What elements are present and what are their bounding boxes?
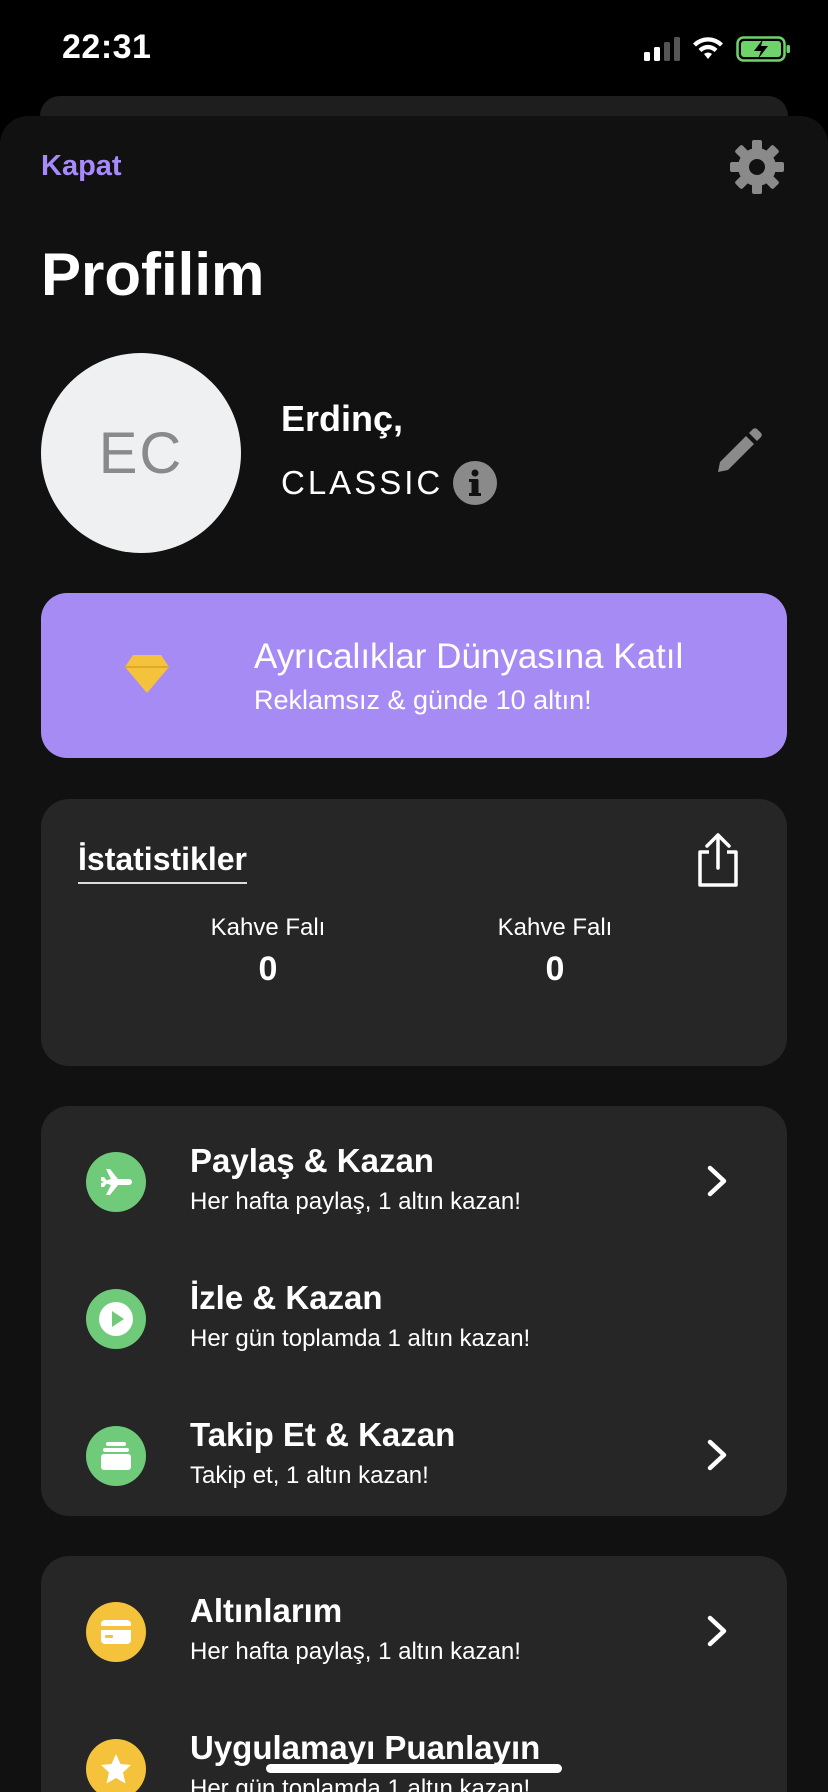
stat-value: 0 [258, 950, 278, 988]
pencil-icon[interactable] [714, 428, 762, 476]
share-icon[interactable] [694, 832, 742, 888]
diamond-icon [125, 655, 169, 693]
tier-label: CLASSIC [281, 464, 444, 501]
page-title: Profilim [41, 241, 265, 308]
list-item-title: Uygulamayı Puanlayın [190, 1729, 541, 1766]
battery-charging-icon [736, 36, 790, 62]
status-bar: 22:31 [0, 0, 828, 100]
info-icon[interactable] [453, 461, 498, 505]
cellular-signal-icon [644, 37, 680, 61]
premium-banner[interactable]: Ayrıcalıklar Dünyasına Katıl Reklamsız &… [41, 593, 787, 758]
avatar-initials: EC [98, 420, 184, 486]
close-button[interactable]: Kapat [41, 150, 122, 183]
list-item-subtitle: Her hafta paylaş, 1 altın kazan! [190, 1638, 521, 1665]
list-item-share-earn[interactable]: Paylaş & Kazan Her hafta paylaş, 1 altın… [41, 1142, 787, 1262]
premium-title: Ayrıcalıklar Dünyasına Katıl [254, 637, 684, 676]
list-item-subtitle: Her gün toplamda 1 altın kazan! [190, 1775, 531, 1792]
statistics-card: İstatistikler Kahve Falı 0 Kahve Falı 0 [41, 799, 787, 1066]
star-icon [86, 1739, 146, 1792]
list-item-title: Paylaş & Kazan [190, 1142, 434, 1179]
list-item-title: Takip Et & Kazan [190, 1416, 456, 1453]
list-item-title: Altınlarım [190, 1592, 343, 1629]
stack-icon [86, 1426, 146, 1486]
wifi-icon [693, 37, 723, 59]
chevron-right-icon [707, 1615, 727, 1647]
avatar[interactable]: EC [41, 353, 241, 553]
account-list: Altınlarım Her hafta paylaş, 1 altın kaz… [41, 1556, 787, 1792]
list-item-subtitle: Her gün toplamda 1 altın kazan! [190, 1325, 531, 1352]
stat-label: Kahve Falı [497, 914, 613, 941]
user-name: Erdinç, [281, 398, 404, 439]
gear-icon[interactable] [730, 140, 784, 194]
list-item-my-coins[interactable]: Altınlarım Her hafta paylaş, 1 altın kaz… [41, 1592, 787, 1712]
home-indicator[interactable] [266, 1764, 562, 1773]
status-icons [644, 36, 792, 62]
stat-item: Kahve Falı 0 [455, 914, 655, 989]
list-item-rate-app[interactable]: Uygulamayı Puanlayın Her gün toplamda 1 … [41, 1729, 787, 1792]
stat-value: 0 [545, 950, 565, 988]
status-time: 22:31 [62, 28, 152, 66]
profile-sheet: Kapat Profilim EC Erdinç, CLASSIC Ayrıca… [0, 116, 828, 1792]
list-item-subtitle: Her hafta paylaş, 1 altın kazan! [190, 1188, 521, 1215]
earn-list: Paylaş & Kazan Her hafta paylaş, 1 altın… [41, 1106, 787, 1516]
list-item-title: İzle & Kazan [190, 1279, 383, 1316]
list-item-follow-earn[interactable]: Takip Et & Kazan Takip et, 1 altın kazan… [41, 1416, 787, 1536]
airplane-icon [86, 1152, 146, 1212]
play-icon [86, 1289, 146, 1349]
list-item-subtitle: Takip et, 1 altın kazan! [190, 1462, 429, 1489]
card-icon [86, 1602, 146, 1662]
list-item-watch-earn[interactable]: İzle & Kazan Her gün toplamda 1 altın ka… [41, 1279, 787, 1399]
chevron-right-icon [707, 1439, 727, 1471]
chevron-right-icon [707, 1165, 727, 1197]
stat-label: Kahve Falı [210, 914, 326, 941]
statistics-title: İstatistikler [78, 841, 247, 884]
stat-item: Kahve Falı 0 [168, 914, 368, 989]
premium-subtitle: Reklamsız & günde 10 altın! [254, 685, 592, 715]
membership-tier: CLASSIC [281, 461, 498, 505]
